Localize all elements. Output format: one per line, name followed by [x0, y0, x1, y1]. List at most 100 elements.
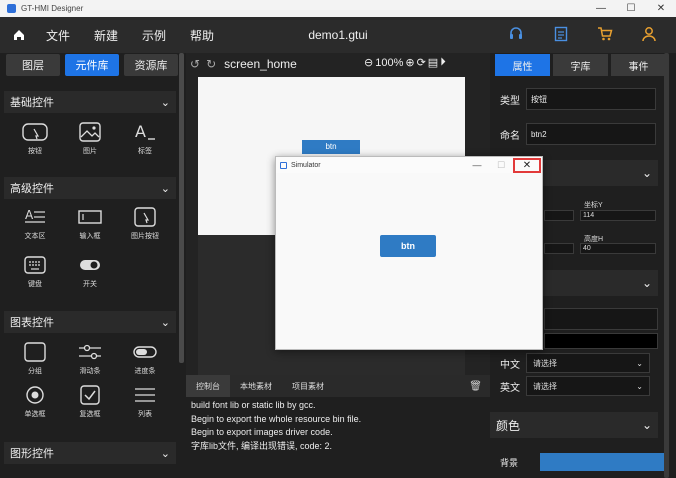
chevron-down-icon: ⌄	[160, 316, 170, 329]
section-chart-controls[interactable]: 图表控件 ⌄	[4, 311, 176, 333]
tab-components[interactable]: 元件库	[65, 54, 119, 76]
type-field[interactable]: 按钮	[526, 88, 656, 110]
svg-text:A: A	[135, 122, 146, 141]
chinese-font-select[interactable]: 请选择 ⌄	[526, 353, 650, 373]
simulator-button-btn[interactable]: btn	[380, 235, 436, 257]
canvas-button-btn[interactable]: btn	[302, 140, 360, 154]
section-advanced-controls[interactable]: 高级控件 ⌄	[4, 177, 176, 199]
english-font-select[interactable]: 请选择 ⌄	[526, 376, 650, 396]
text-field[interactable]	[544, 308, 658, 330]
tab-events[interactable]: 事件	[611, 54, 666, 76]
headset-icon[interactable]	[508, 26, 524, 42]
cart-icon[interactable]	[597, 26, 613, 42]
chevron-down-icon: ⌄	[636, 381, 643, 391]
switch-icon	[65, 253, 115, 277]
label-icon: A	[120, 120, 170, 144]
checkbox-icon	[65, 383, 115, 407]
widget-keyboard[interactable]: 键盘	[10, 253, 60, 289]
widget-input[interactable]: 输入框	[65, 205, 115, 241]
redo-icon[interactable]: ↻	[206, 57, 216, 71]
minimize-button[interactable]: —	[586, 0, 616, 17]
right-scrollbar[interactable]	[664, 53, 669, 478]
refresh-icon[interactable]: ⟳	[417, 56, 426, 69]
close-button[interactable]: ✕	[646, 0, 676, 17]
simulator-maximize-button[interactable]: ☐	[489, 160, 513, 171]
maximize-button[interactable]: ☐	[616, 0, 646, 17]
progress-icon	[120, 340, 170, 364]
user-icon[interactable]	[641, 26, 657, 42]
image-icon	[65, 120, 115, 144]
console-line: Begin to export the whole resource bin f…	[191, 413, 362, 424]
widget-radio[interactable]: 单选框	[10, 383, 60, 419]
text-color-field[interactable]	[544, 333, 658, 349]
height-field[interactable]: 40	[580, 243, 656, 254]
console-panel: 控制台 本地素材 项目素材 🗑 build font lib or static…	[186, 375, 490, 478]
menu-new[interactable]: 新建	[94, 27, 118, 44]
tab-layers[interactable]: 图层	[6, 54, 60, 76]
widget-progress[interactable]: 进度条	[120, 340, 170, 376]
tab-project-assets[interactable]: 项目素材	[282, 375, 334, 397]
name-label: 命名	[500, 130, 520, 142]
simulator-minimize-button[interactable]: —	[465, 160, 489, 170]
simulator-icon	[280, 161, 287, 169]
list-icon	[120, 383, 170, 407]
trash-icon[interactable]: 🗑	[469, 381, 482, 392]
section-color[interactable]: 颜色 ⌄	[490, 412, 658, 438]
widget-image[interactable]: 图片	[65, 120, 115, 156]
widget-image-button[interactable]: 图片按钮	[120, 205, 170, 241]
simulator-title-bar: Simulator — ☐ ✕	[276, 157, 542, 173]
group-icon	[10, 340, 60, 364]
zoom-out-icon[interactable]: ⊖	[364, 56, 373, 69]
tab-resources[interactable]: 资源库	[124, 54, 178, 76]
input-icon	[65, 205, 115, 229]
widget-list[interactable]: 列表	[120, 383, 170, 419]
document-icon[interactable]	[554, 26, 568, 42]
simulator-window: Simulator — ☐ ✕ btn	[275, 156, 543, 350]
widget-checkbox[interactable]: 复选框	[65, 383, 115, 419]
slider-icon	[65, 340, 115, 364]
section-shape-controls[interactable]: 图形控件 ⌄	[4, 442, 176, 464]
document-title: demo1.gtui	[308, 28, 368, 42]
chevron-down-icon: ⌄	[641, 276, 652, 290]
left-scrollbar[interactable]	[179, 53, 184, 363]
width-field[interactable]	[544, 243, 574, 254]
widget-button[interactable]: 按钮	[10, 120, 60, 156]
menu-bar: 文件 新建 示例 帮助 demo1.gtui	[0, 17, 676, 53]
tab-local-assets[interactable]: 本地素材	[230, 375, 282, 397]
console-line: build font lib or static lib by gcc.	[191, 400, 316, 410]
tab-properties[interactable]: 属性	[495, 54, 550, 76]
undo-icon[interactable]: ↺	[190, 57, 200, 71]
radio-icon	[10, 383, 60, 407]
zoom-level: 100%	[375, 56, 404, 69]
tab-console[interactable]: 控制台	[186, 375, 230, 397]
color-section-title: 颜色	[496, 418, 521, 433]
home-icon[interactable]	[0, 28, 38, 42]
widget-label[interactable]: A 标签	[120, 120, 170, 156]
widget-slider[interactable]: 滑动条	[65, 340, 115, 376]
menu-help[interactable]: 帮助	[190, 27, 214, 44]
coord-y-label: 坐标Y	[584, 202, 603, 209]
simulator-close-button[interactable]: ✕	[513, 157, 541, 173]
menu-examples[interactable]: 示例	[142, 27, 166, 44]
widget-switch[interactable]: 开关	[65, 253, 115, 289]
console-tabs: 控制台 本地素材 项目素材 🗑	[186, 375, 490, 397]
section-title: 图形控件	[10, 448, 54, 460]
background-color-swatch[interactable]	[540, 453, 668, 471]
tab-fonts[interactable]: 字库	[553, 54, 608, 76]
widget-textarea[interactable]: A 文本区	[10, 205, 60, 241]
chevron-down-icon: ⌄	[641, 166, 652, 180]
chevron-down-icon: ⌄	[160, 447, 170, 460]
zoom-in-icon[interactable]: ⊕	[405, 56, 414, 69]
editor-toolbar: ↺ ↻ screen_home ⊖ 100% ⊕ ⟳ ▤ ⏵	[186, 53, 490, 75]
console-line: Begin to export images driver code.	[191, 427, 333, 437]
menu-file[interactable]: 文件	[46, 27, 70, 44]
coord-y-field[interactable]: 114	[580, 210, 656, 221]
coord-x-field[interactable]	[544, 210, 574, 221]
svg-text:A: A	[25, 208, 34, 222]
widget-group[interactable]: 分组	[10, 340, 60, 376]
play-icon[interactable]: ⏵	[440, 56, 446, 69]
save-icon[interactable]: ▤	[428, 56, 438, 69]
screen-name: screen_home	[224, 57, 297, 71]
section-basic-controls[interactable]: 基础控件 ⌄	[4, 91, 176, 113]
name-field[interactable]: btn2	[526, 123, 656, 145]
